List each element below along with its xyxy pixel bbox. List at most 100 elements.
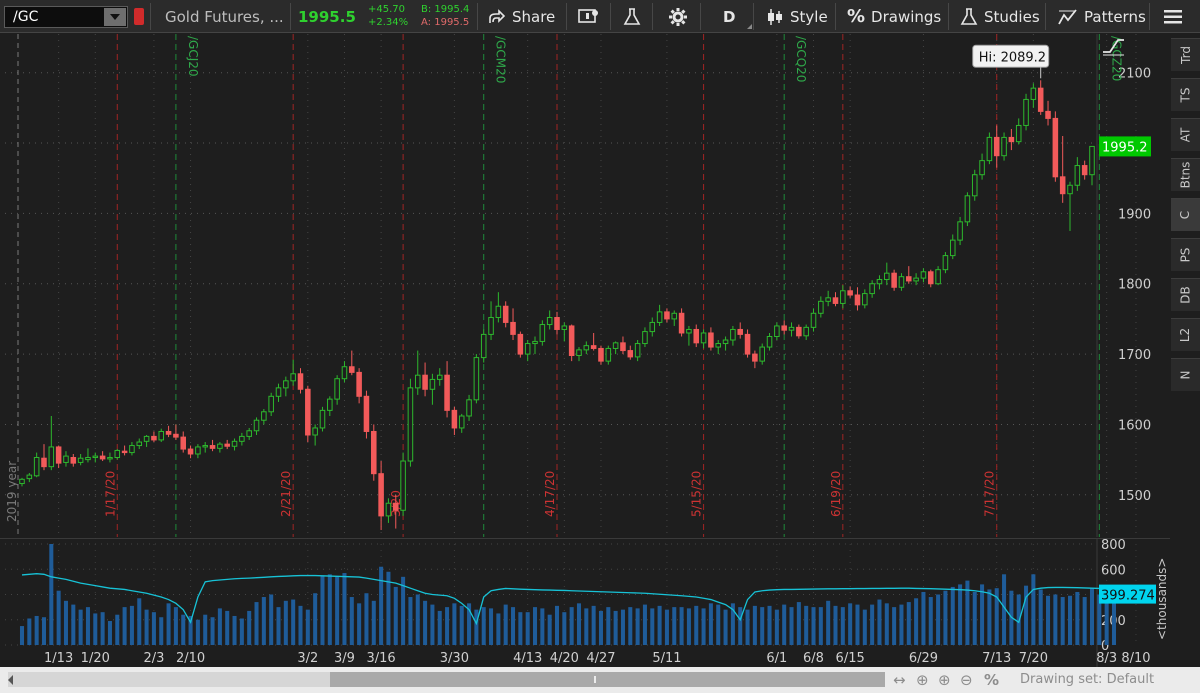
volume-bar[interactable] [100,612,105,645]
volume-bar[interactable] [137,598,142,645]
candle[interactable] [1052,111,1059,182]
volume-bar[interactable] [716,604,721,645]
volume-bar[interactable] [796,602,801,645]
price-chart[interactable]: 15001600170018001900200021002019 year1/1… [0,34,1170,537]
volume-bar[interactable] [276,607,281,645]
volume-bar[interactable] [107,621,112,645]
volume-bar[interactable] [430,604,435,645]
volume-bar[interactable] [320,575,325,645]
volume-bar[interactable] [173,607,178,645]
volume-bar[interactable] [906,602,911,645]
volume-bar[interactable] [540,608,545,645]
candle[interactable] [759,343,765,365]
volume-bar[interactable] [628,607,633,645]
volume-bar[interactable] [1038,589,1043,645]
volume-bar[interactable] [987,589,992,645]
volume-bar[interactable] [261,597,266,645]
candle[interactable] [371,424,377,481]
volume-bar[interactable] [818,607,823,645]
volume-bar[interactable] [547,614,552,645]
volume-bar[interactable] [511,607,516,645]
side-tab-db[interactable]: DB [1171,278,1200,311]
volume-bar[interactable] [848,603,853,645]
volume-bar[interactable] [789,607,794,645]
volume-bar[interactable] [49,544,54,645]
volume-bar[interactable] [56,590,61,645]
volume-bar[interactable] [203,614,208,645]
volume-bar[interactable] [349,597,354,645]
volume-bar[interactable] [804,605,809,645]
scrollbar-thumb[interactable] [330,672,885,687]
style-button[interactable]: Style [766,0,828,33]
settings-button[interactable] [668,0,688,33]
volume-bar[interactable] [672,607,677,645]
volume-bar[interactable] [1046,595,1051,645]
volume-bar[interactable] [342,573,347,645]
volume-bar[interactable] [598,610,603,645]
volume-bar[interactable] [41,617,47,645]
volume-bar[interactable] [884,603,889,645]
volume-bar[interactable] [921,591,926,645]
volume-bar[interactable] [752,605,757,645]
zoom-out-icon[interactable]: ⊖ [960,671,973,689]
volume-bar[interactable] [723,609,728,645]
volume-bar[interactable] [928,597,933,645]
volume-bar[interactable] [71,604,76,645]
volume-bar[interactable] [613,610,618,645]
candle[interactable] [964,192,971,227]
volume-bar[interactable] [833,605,838,645]
volume-bar[interactable] [606,607,611,645]
volume-bar[interactable] [166,603,171,645]
volume-bar[interactable] [584,608,589,645]
volume-bar[interactable] [247,610,252,645]
candle[interactable] [473,354,480,404]
volume-bar[interactable] [291,599,296,645]
volume-bar[interactable] [445,607,450,645]
volume-bar[interactable] [1075,591,1080,645]
volume-bar[interactable] [27,618,32,645]
volume-bar[interactable] [474,609,479,645]
volume-bar[interactable] [1031,574,1036,645]
volume-bar[interactable] [892,607,897,645]
volume-bar[interactable] [635,608,640,645]
volume-bar[interactable] [554,605,560,645]
symbol-dropdown-arrow-icon[interactable] [104,8,126,26]
volume-bar[interactable] [1082,597,1087,645]
volume-bar[interactable] [437,610,442,645]
volume-bar[interactable] [335,576,340,645]
candle[interactable] [363,390,370,439]
volume-bar[interactable] [767,605,772,645]
volume-bar[interactable] [1053,594,1058,646]
volume-bar[interactable] [423,600,428,645]
volume-bar[interactable] [774,609,779,645]
side-tab-btns[interactable]: Btns [1171,158,1200,191]
candle[interactable] [891,269,897,291]
studies-button[interactable]: Studies [960,0,1040,33]
candle[interactable] [480,329,487,363]
volume-bar[interactable] [877,599,882,645]
volume-bar[interactable] [283,600,288,645]
volume-bar[interactable] [650,608,655,645]
crosshair-icon[interactable]: ⊕ [916,671,929,689]
volume-bar[interactable] [701,608,706,645]
volume-bar[interactable] [129,605,134,645]
volume-bar[interactable] [826,600,831,645]
volume-bar[interactable] [1016,594,1021,646]
volume-bar[interactable] [115,614,120,645]
percent-icon[interactable]: % [984,671,999,689]
volume-bar[interactable] [232,615,237,645]
volume-bar[interactable] [708,603,713,645]
volume-bar[interactable] [745,609,750,645]
volume-bar[interactable] [694,605,699,645]
side-tab-ps[interactable]: PS [1171,238,1200,271]
horizontal-scrollbar[interactable] [8,672,885,687]
volume-bar[interactable] [899,604,904,645]
volume-bar[interactable] [151,612,156,645]
volume-bar[interactable] [313,593,318,645]
volume-bar[interactable] [393,586,398,645]
candle[interactable] [971,169,978,201]
volume-bar[interactable] [972,591,977,645]
volume-bar[interactable] [686,608,691,645]
volume-bar[interactable] [811,607,816,645]
volume-bar[interactable] [532,607,538,645]
